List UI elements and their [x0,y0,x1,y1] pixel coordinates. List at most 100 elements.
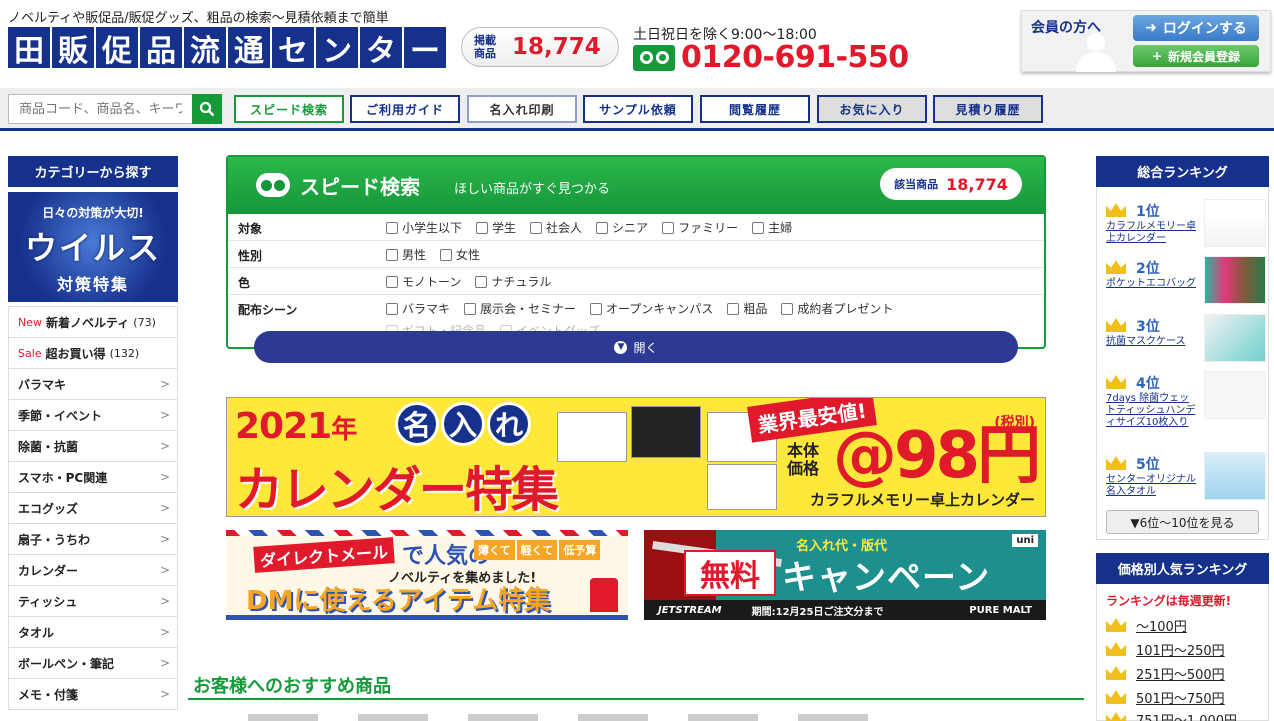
category-item[interactable]: タオル > [8,617,178,648]
filter-checkbox[interactable]: オープンキャンパス [590,300,713,317]
category-label: メモ・付箋 [18,687,79,702]
ranking-product-image[interactable] [1204,371,1266,419]
ranking-product-image[interactable] [1204,256,1266,304]
filter-checkbox[interactable]: 成約者プレゼント [781,300,893,317]
checkbox[interactable] [530,221,543,234]
ranking-item[interactable]: 1位 カラフルメモリー卓上カレンダー [1106,199,1266,255]
checkbox[interactable] [662,221,675,234]
nav-favorites[interactable]: お気に入り [817,95,927,123]
price-range-label[interactable]: 251円〜500円 [1136,664,1225,683]
ranking-item[interactable]: 3位 抗菌マスクケース [1106,314,1266,370]
price-range-link[interactable]: 501円〜750円 [1106,686,1266,707]
ranking-product-name[interactable]: 抗菌マスクケース [1106,336,1198,348]
ranking-product-image[interactable] [1204,314,1266,362]
category-count: (132) [109,346,140,360]
filter-checkbox[interactable]: 社会人 [530,219,582,236]
price-range-link[interactable]: 251円〜500円 [1106,662,1266,683]
category-item[interactable]: ボールペン・筆記 > [8,648,178,679]
filter-checkbox[interactable]: 粗品 [727,300,767,317]
virus-campaign-banner[interactable]: 日々の対策が大切! ウイルス 対策特集 [8,192,178,302]
checkbox[interactable] [386,221,398,234]
nav-sample-request[interactable]: サンプル依頼 [583,95,693,123]
price-range-label[interactable]: 〜100円 [1136,616,1187,635]
category-item[interactable]: スマホ・PC関連 > [8,462,178,493]
filter-checkbox[interactable]: ファミリー [662,219,738,236]
puremalt-logo: PURE MALT [969,604,1032,616]
search-button[interactable] [192,94,222,124]
ranking-product-name[interactable]: センターオリジナル名入タオル [1106,474,1198,498]
price-range-label[interactable]: 501円〜750円 [1136,688,1225,707]
product-count-value: 18,774 [512,34,601,60]
filter-option-label: 女性 [456,248,481,262]
crown-icon [1106,203,1126,217]
category-item[interactable]: ティッシュ > [8,586,178,617]
category-item-sale[interactable]: Sale 超お買い得 (132) [8,338,178,369]
ranking-product-name[interactable]: カラフルメモリー卓上カレンダー [1106,221,1198,245]
add-user-icon: + [1151,49,1163,63]
category-item[interactable]: 季節・イベント > [8,400,178,431]
ranking-product-image[interactable] [1204,452,1266,500]
filter-row-color: 色 モノトーン ナチュラル [228,268,1044,295]
search-input[interactable] [8,94,192,124]
ranking-product-image[interactable] [1204,199,1266,247]
category-item-new[interactable]: New 新着ノベルティ (73) [8,307,178,338]
price-range-link[interactable]: 〜100円 [1106,614,1266,635]
checkbox[interactable] [464,302,477,315]
nav-name-printing[interactable]: 名入れ印刷 [467,95,577,123]
filter-checkbox[interactable]: 男性 [386,246,426,263]
crown-icon [1106,712,1126,721]
nav-browse-history[interactable]: 閲覧履歴 [700,95,810,123]
price-range-label[interactable]: 101円〜250円 [1136,640,1225,659]
ranking-item[interactable]: 5位 センターオリジナル名入タオル [1106,452,1266,508]
calendar-product-images [557,402,777,514]
phone-number[interactable]: 0120-691-550 [633,40,909,75]
checkbox[interactable] [440,248,453,261]
category-item[interactable]: エコグッズ > [8,493,178,524]
filter-checkbox[interactable]: 女性 [440,246,480,263]
dm-items-banner[interactable]: ダイレクトメール で人気の 薄くて 軽くて 低予算 ノベルティを集めました! D… [226,530,628,620]
filter-checkbox[interactable]: ナチュラル [475,273,551,290]
checkbox[interactable] [386,248,398,261]
ranking-product-name[interactable]: 7days 除菌ウェットティッシュハンディサイズ10枚入り [1106,393,1198,429]
filter-checkbox[interactable]: 展示会・セミナー [464,300,576,317]
filter-checkbox[interactable]: バラマキ [386,300,450,317]
filter-checkbox[interactable]: 小学生以下 [386,219,462,236]
login-button[interactable]: ➜ ログインする [1133,15,1259,41]
checkbox[interactable] [590,302,603,315]
checkbox[interactable] [596,221,609,234]
ranking-item[interactable]: 2位 ポケットエコバッグ [1106,256,1266,312]
checkbox[interactable] [386,275,398,288]
price-range-link[interactable]: 101円〜250円 [1106,638,1266,659]
filter-checkbox[interactable]: モノトーン [386,273,461,290]
filter-checkbox[interactable]: 学生 [476,219,516,236]
price-range-label[interactable]: 751円〜1,000円 [1136,710,1237,721]
checkbox[interactable] [781,302,794,315]
checkbox[interactable] [386,302,398,315]
site-logo[interactable]: 田 販 促 品 流 通 セ ン タ ー [8,27,448,69]
filter-checkbox[interactable]: シニア [596,219,648,236]
register-button[interactable]: + 新規会員登録 [1133,45,1259,67]
ranking-item[interactable]: 4位 7days 除菌ウェットティッシュハンディサイズ10枚入り [1106,371,1266,429]
price-range-link[interactable]: 751円〜1,000円 [1106,708,1266,721]
category-item[interactable]: バラマキ > [8,369,178,400]
nav-usage-guide[interactable]: ご利用ガイド [350,95,460,123]
checkbox[interactable] [475,275,488,288]
logo-char: 販 [52,27,94,69]
ranking-more-button[interactable]: ▼6位〜10位を見る [1106,510,1259,534]
nav-quote-history[interactable]: 見積り履歴 [933,95,1043,123]
checkbox[interactable] [476,221,489,234]
chevron-right-icon: > [159,470,170,484]
checkbox[interactable] [727,302,740,315]
checkbox[interactable] [752,221,765,234]
calendar-campaign-banner[interactable]: 2021年 名 入 れ カレンダー特集 業界最安値! 本体価格 @98円 (税別… [226,397,1046,517]
category-item[interactable]: カレンダー > [8,555,178,586]
phone-number-text: 0120-691-550 [681,40,909,75]
category-item[interactable]: メモ・付箋 > [8,679,178,710]
filter-checkbox[interactable]: 主婦 [752,219,792,236]
category-item[interactable]: 除菌・抗菌 > [8,431,178,462]
free-printing-campaign-banner[interactable]: 名入れ代・版代 無料 キャンペーン uni JETSTREAM 期間:12月25… [644,530,1046,620]
category-item[interactable]: 扇子・うちわ > [8,524,178,555]
ranking-product-name[interactable]: ポケットエコバッグ [1106,278,1198,290]
nav-speed-search[interactable]: スピード検索 [234,95,344,123]
expand-filters-button[interactable]: ▼ 開く [254,331,1018,363]
